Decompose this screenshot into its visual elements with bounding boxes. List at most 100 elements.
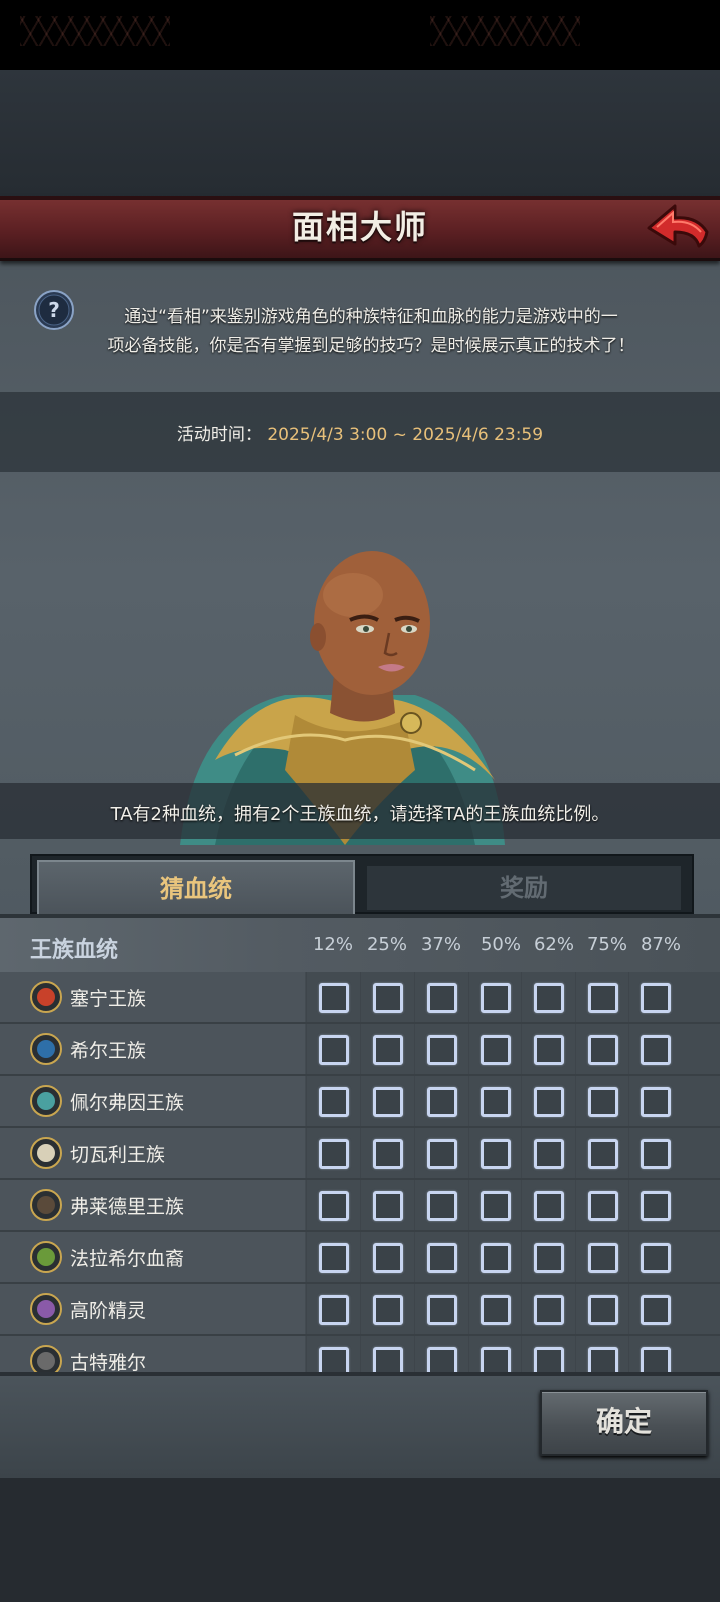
ratio-checkbox[interactable] <box>427 1087 457 1117</box>
ratio-checkbox[interactable] <box>373 1139 403 1169</box>
event-time-label: 活动时间： <box>176 425 262 445</box>
row-label-cell: 佩尔弗因王族 <box>0 1076 305 1126</box>
ratio-checkbox[interactable] <box>588 1295 618 1325</box>
table-cell <box>360 1024 414 1074</box>
ratio-checkbox[interactable] <box>534 1191 564 1221</box>
back-button[interactable] <box>645 198 711 254</box>
table-cell <box>306 1024 360 1074</box>
table-cell <box>414 1076 468 1126</box>
ratio-checkbox[interactable] <box>319 1035 349 1065</box>
bottom-backdrop <box>0 1474 720 1602</box>
ratio-checkbox[interactable] <box>588 1243 618 1273</box>
tab-rewards[interactable]: 奖励 <box>367 866 681 910</box>
column-header: 25% <box>366 934 407 955</box>
table-cell <box>575 1284 629 1334</box>
ratio-checkbox[interactable] <box>534 1139 564 1169</box>
ratio-checkbox[interactable] <box>427 1295 457 1325</box>
table-cell <box>414 1284 468 1334</box>
column-header: 50% <box>480 934 521 955</box>
table-cell <box>521 1128 575 1178</box>
table-cell <box>575 972 629 1022</box>
event-time-value: 2025/4/3 3:00 ~ 2025/4/6 23:59 <box>267 425 544 445</box>
confirm-button[interactable]: 确定 <box>540 1390 708 1456</box>
bloodline-name: 古特雅尔 <box>70 1352 147 1374</box>
ratio-checkbox[interactable] <box>319 1243 349 1273</box>
ratio-checkbox[interactable] <box>481 1243 511 1273</box>
bloodline-table: 王族血统 12% 25% 37% 50% 62% 75% 87% 塞宁王族 希尔王… <box>0 914 720 1378</box>
ratio-checkbox[interactable] <box>481 1087 511 1117</box>
ratio-checkbox[interactable] <box>641 1035 671 1065</box>
ratio-checkbox[interactable] <box>481 1139 511 1169</box>
ratio-checkbox[interactable] <box>481 1035 511 1065</box>
wave-emblem-icon <box>30 1085 62 1117</box>
table-cell <box>468 1180 522 1230</box>
bloodline-name: 希尔王族 <box>70 1040 147 1062</box>
ratio-checkbox[interactable] <box>427 1035 457 1065</box>
table-row: 希尔王族 <box>0 1024 720 1076</box>
ratio-checkbox[interactable] <box>427 983 457 1013</box>
question-text: TA有2种血统，拥有2个王族血统，请选择TA的王族血统比例。 <box>110 804 610 825</box>
ratio-checkbox[interactable] <box>427 1139 457 1169</box>
ratio-checkbox[interactable] <box>534 1035 564 1065</box>
table-cell <box>521 1180 575 1230</box>
ratio-checkbox[interactable] <box>481 1191 511 1221</box>
ratio-checkbox[interactable] <box>641 1191 671 1221</box>
ratio-checkbox[interactable] <box>373 1035 403 1065</box>
ratio-checkbox[interactable] <box>588 1191 618 1221</box>
bloodline-name: 切瓦利王族 <box>70 1144 166 1166</box>
ratio-checkbox[interactable] <box>641 1243 671 1273</box>
table-cell <box>521 1024 575 1074</box>
column-header: 87% <box>640 934 681 955</box>
table-cell <box>360 1128 414 1178</box>
ratio-checkbox[interactable] <box>588 1087 618 1117</box>
ratio-checkbox[interactable] <box>641 1087 671 1117</box>
ratio-checkbox[interactable] <box>427 1243 457 1273</box>
scales-emblem-icon <box>30 1137 62 1169</box>
ratio-checkbox[interactable] <box>481 1295 511 1325</box>
beast-emblem-icon <box>30 1189 62 1221</box>
eye-emblem-icon <box>30 1293 62 1325</box>
table-cell <box>414 1232 468 1282</box>
ratio-checkbox[interactable] <box>319 1139 349 1169</box>
ratio-checkbox[interactable] <box>319 1191 349 1221</box>
table-cell <box>628 1024 682 1074</box>
table-cell <box>575 1128 629 1178</box>
table-row: 弗莱德里王族 <box>0 1180 720 1232</box>
ratio-checkbox[interactable] <box>641 1139 671 1169</box>
row-label-cell: 弗莱德里王族 <box>0 1180 305 1230</box>
ratio-checkbox[interactable] <box>641 983 671 1013</box>
ratio-checkbox[interactable] <box>641 1295 671 1325</box>
bloodline-name: 法拉希尔血裔 <box>70 1248 185 1270</box>
ratio-checkbox[interactable] <box>373 1087 403 1117</box>
table-cell <box>628 1232 682 1282</box>
table-cell <box>360 1180 414 1230</box>
ratio-checkbox[interactable] <box>319 983 349 1013</box>
back-arrow-icon <box>647 204 709 248</box>
ratio-checkbox[interactable] <box>319 1087 349 1117</box>
sun-emblem-icon <box>30 981 62 1013</box>
ratio-checkbox[interactable] <box>481 983 511 1013</box>
table-row: 法拉希尔血裔 <box>0 1232 720 1284</box>
table-row: 切瓦利王族 <box>0 1128 720 1180</box>
ratio-checkbox[interactable] <box>534 1243 564 1273</box>
ratio-checkbox[interactable] <box>588 983 618 1013</box>
ratio-checkbox[interactable] <box>534 983 564 1013</box>
table-cell <box>521 972 575 1022</box>
top-backdrop <box>0 70 720 196</box>
ratio-checkbox[interactable] <box>373 1243 403 1273</box>
ratio-checkbox[interactable] <box>373 1191 403 1221</box>
bloodline-name: 佩尔弗因王族 <box>70 1092 185 1114</box>
tab-guess-bloodline[interactable]: 猜血统 <box>37 860 355 918</box>
ratio-checkbox[interactable] <box>534 1087 564 1117</box>
table-cell <box>360 972 414 1022</box>
question-mark-icon[interactable]: ? <box>33 289 75 331</box>
ratio-checkbox[interactable] <box>373 983 403 1013</box>
ratio-checkbox[interactable] <box>373 1295 403 1325</box>
ratio-checkbox[interactable] <box>319 1295 349 1325</box>
table-cell <box>628 1076 682 1126</box>
ratio-checkbox[interactable] <box>534 1295 564 1325</box>
ratio-checkbox[interactable] <box>588 1035 618 1065</box>
ratio-checkbox[interactable] <box>588 1139 618 1169</box>
column-header: 37% <box>420 934 461 955</box>
ratio-checkbox[interactable] <box>427 1191 457 1221</box>
